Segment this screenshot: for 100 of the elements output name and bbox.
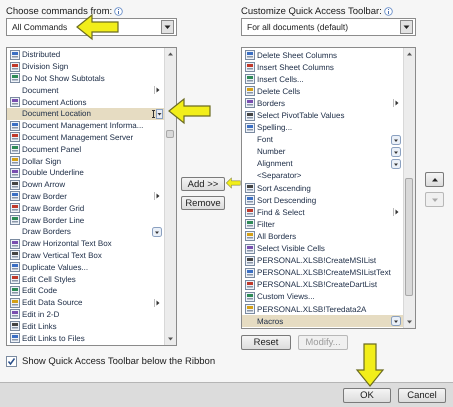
command-label: PERSONAL.XLSB!Teredata2A <box>257 304 368 314</box>
command-item[interactable]: Edit Links <box>7 320 164 332</box>
scrollbar[interactable] <box>164 48 176 345</box>
command-icon <box>245 256 255 266</box>
command-item[interactable]: PERSONAL.XLSB!Teredata2A <box>242 302 403 316</box>
command-item[interactable]: PERSONAL.XLSB!CreateDartList <box>242 278 403 291</box>
command-item[interactable]: Select Visible Cells <box>242 242 403 255</box>
submenu-arrow-icon <box>393 99 399 108</box>
command-label: PERSONAL.XLSB!CreateMSIListText <box>257 268 392 278</box>
command-label: Document <box>22 86 60 95</box>
submenu-arrow-icon <box>154 298 160 307</box>
command-item[interactable]: Document Management Server <box>7 132 164 144</box>
dialog-button[interactable]: OK <box>343 388 391 402</box>
command-icon <box>10 62 20 72</box>
command-item[interactable]: Dollar Sign <box>7 155 164 167</box>
command-icon <box>245 74 255 84</box>
command-item[interactable]: Document <box>7 84 164 96</box>
command-item[interactable]: Draw Border Line <box>7 214 164 226</box>
command-label: Macros <box>257 316 284 326</box>
command-icon <box>10 309 20 320</box>
command-item[interactable]: Spelling... <box>242 122 403 134</box>
command-item[interactable]: <Separator> <box>242 170 403 182</box>
command-item[interactable]: Font <box>242 134 403 146</box>
command-item[interactable]: Delete Sheet Columns <box>242 49 403 62</box>
command-item[interactable]: Duplicate Values... <box>7 261 164 274</box>
command-item[interactable]: Select PivotTable Values <box>242 109 403 122</box>
command-label: Draw Border <box>22 192 68 201</box>
command-item[interactable]: Draw Horizontal Text Box <box>7 238 164 250</box>
scroll-thumb[interactable] <box>405 178 413 296</box>
command-label: Duplicate Values... <box>22 262 90 272</box>
command-label: Delete Sheet Columns <box>257 50 338 60</box>
command-item[interactable]: Draw Border <box>7 190 164 202</box>
command-label: Division Sign <box>22 62 70 72</box>
command-item[interactable]: Edit Data Source <box>7 296 164 309</box>
command-label: Delete Cells <box>257 86 302 96</box>
dialog-button[interactable]: Add >> <box>181 177 225 191</box>
command-label: Double Underline <box>22 168 85 178</box>
command-icon <box>245 183 255 194</box>
command-icon <box>245 86 255 96</box>
command-item[interactable]: Sort Ascending <box>242 182 403 194</box>
command-item[interactable]: Filter <box>242 218 403 230</box>
command-item[interactable]: Edit Code <box>7 284 164 297</box>
gallery-dropdown-icon <box>391 316 401 326</box>
command-item[interactable]: All Borders <box>242 230 403 242</box>
command-item[interactable]: Find & Select <box>242 206 403 218</box>
command-label: <Separator> <box>257 171 302 180</box>
dialog-button[interactable]: Reset <box>241 335 291 350</box>
scrollbar[interactable] <box>403 48 415 328</box>
scroll-thumb[interactable] <box>166 130 174 138</box>
checkbox[interactable] <box>6 356 17 366</box>
command-item[interactable]: Division Sign <box>7 60 164 73</box>
command-item[interactable]: Draw Vertical Text Box <box>7 250 164 262</box>
move-up-button[interactable] <box>425 172 444 187</box>
info-icon <box>384 7 393 16</box>
command-icon <box>245 207 255 218</box>
command-item[interactable]: Draw Border Grid <box>7 202 164 214</box>
command-label: Number <box>257 147 286 156</box>
command-item[interactable]: Do Not Show Subtotals <box>7 72 164 84</box>
command-item[interactable]: PERSONAL.XLSB!CreateMSIList <box>242 254 403 267</box>
command-item[interactable]: Alignment <box>242 158 403 170</box>
command-item[interactable]: Draw Borders <box>7 226 164 238</box>
command-item[interactable]: Document Location <box>7 108 164 120</box>
check-mark-icon <box>7 356 16 366</box>
command-item[interactable]: Distributed <box>7 49 164 61</box>
command-item[interactable]: Insert Cells... <box>242 73 403 86</box>
command-item[interactable]: Edit Links to Files <box>7 332 164 344</box>
command-item[interactable]: Sort Descending <box>242 194 403 206</box>
command-item[interactable]: Macros <box>242 315 403 328</box>
command-item[interactable]: PERSONAL.XLSB!CreateMSIListText <box>242 266 403 279</box>
submenu-arrow-icon <box>393 208 399 216</box>
command-item[interactable]: Document Actions <box>7 96 164 108</box>
command-item[interactable]: Document Panel <box>7 143 164 156</box>
command-item[interactable]: Number <box>242 146 403 158</box>
command-item[interactable]: Document Management Informa... <box>7 120 164 132</box>
pointer-arrow <box>168 97 212 125</box>
command-label: Sort Descending <box>257 196 318 205</box>
command-label: Filter <box>257 220 276 229</box>
command-label: Down Arrow <box>22 180 66 190</box>
command-label: Spelling... <box>257 123 294 132</box>
dialog-button[interactable]: Remove <box>181 196 225 210</box>
command-icon <box>10 215 20 226</box>
command-label: Find & Select <box>257 208 306 217</box>
gallery-dropdown-icon <box>391 158 401 169</box>
dropdown-field[interactable]: For all documents (default) <box>241 18 416 36</box>
command-item[interactable]: Insert Sheet Columns <box>242 61 403 74</box>
command-item[interactable]: Borders <box>242 97 403 110</box>
command-icon <box>245 110 255 121</box>
info-icon <box>114 7 124 16</box>
pointer-arrow <box>226 177 241 189</box>
command-item[interactable]: Custom Views... <box>242 290 403 303</box>
dialog-button[interactable]: Cancel <box>398 388 446 402</box>
command-item[interactable]: Delete Cells <box>242 85 403 98</box>
command-icon <box>245 304 255 314</box>
command-label: Draw Border Grid <box>22 204 86 213</box>
command-item[interactable]: Double Underline <box>7 166 164 179</box>
command-item[interactable]: Down Arrow <box>7 178 164 191</box>
command-item[interactable]: Edit in 2-D <box>7 308 164 320</box>
command-item[interactable]: Edit Cell Styles <box>7 273 164 285</box>
command-label: Draw Borders <box>22 227 72 236</box>
command-icon <box>10 262 20 272</box>
